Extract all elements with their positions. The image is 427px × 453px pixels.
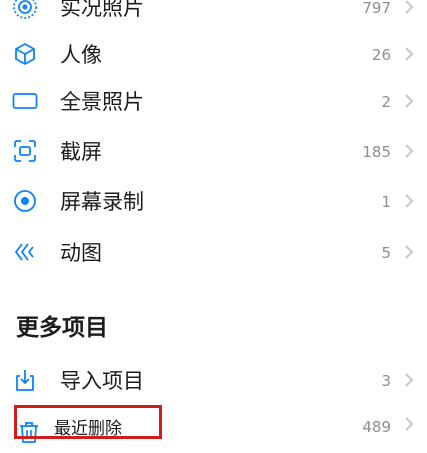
chevron-right-icon bbox=[403, 413, 415, 435]
live-photo-icon bbox=[12, 0, 38, 20]
album-row-screen-recordings[interactable]: 屏幕录制 1 bbox=[0, 180, 427, 224]
album-label: 屏幕录制 bbox=[60, 190, 144, 214]
panorama-icon bbox=[12, 88, 38, 114]
album-count: 185 bbox=[362, 143, 391, 161]
highlight-annotation-box bbox=[14, 405, 162, 439]
album-count: 5 bbox=[381, 244, 391, 262]
chevron-right-icon bbox=[403, 90, 415, 112]
chevron-right-icon bbox=[403, 369, 415, 391]
album-count: 1 bbox=[381, 193, 391, 211]
album-row-live-photos[interactable]: 实况照片 797 bbox=[0, 0, 427, 30]
chevron-right-icon bbox=[403, 140, 415, 162]
animated-icon bbox=[12, 239, 38, 265]
album-count: 489 bbox=[362, 418, 391, 436]
album-count: 26 bbox=[371, 46, 391, 64]
album-row-imports[interactable]: 导入项目 3 bbox=[0, 359, 427, 403]
chevron-right-icon bbox=[403, 43, 415, 65]
import-icon bbox=[12, 367, 38, 393]
screenshot-icon bbox=[12, 138, 38, 164]
album-count: 797 bbox=[362, 0, 391, 17]
chevron-right-icon bbox=[403, 241, 415, 263]
section-title-more-items: 更多项目 bbox=[16, 315, 108, 341]
album-label: 实况照片 bbox=[60, 0, 144, 20]
album-count: 3 bbox=[381, 372, 391, 390]
album-label: 全景照片 bbox=[60, 90, 144, 114]
album-label: 人像 bbox=[60, 43, 102, 67]
screen-recording-icon bbox=[12, 188, 38, 214]
album-row-animated[interactable]: 动图 5 bbox=[0, 231, 427, 275]
album-label: 截屏 bbox=[60, 140, 102, 164]
album-label: 导入项目 bbox=[60, 369, 144, 393]
album-count: 2 bbox=[381, 93, 391, 111]
album-label: 动图 bbox=[60, 241, 102, 265]
album-row-screenshots[interactable]: 截屏 185 bbox=[0, 130, 427, 174]
album-row-portrait[interactable]: 人像 26 bbox=[0, 33, 427, 77]
portrait-cube-icon bbox=[12, 41, 38, 67]
album-row-panoramas[interactable]: 全景照片 2 bbox=[0, 80, 427, 124]
chevron-right-icon bbox=[403, 0, 415, 18]
chevron-right-icon bbox=[403, 190, 415, 212]
